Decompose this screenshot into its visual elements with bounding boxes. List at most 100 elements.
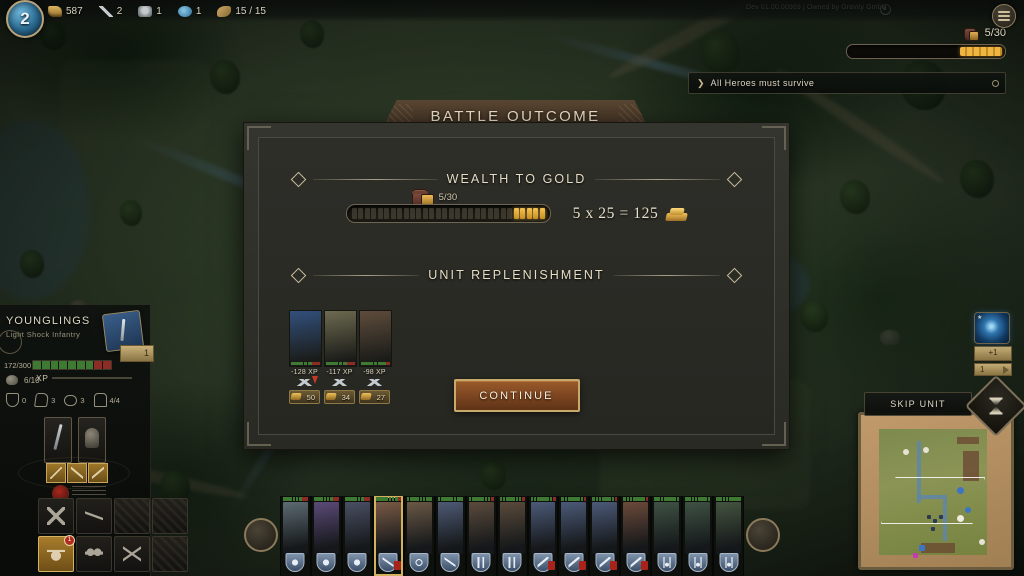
roster-unit-card[interactable] (465, 496, 497, 576)
roster-unit-card[interactable] (713, 496, 745, 576)
hp-segment (33, 361, 41, 369)
roster-unit-card[interactable] (341, 496, 373, 576)
ability-hill-icon[interactable] (46, 463, 66, 483)
roster-unit-portrait (499, 502, 525, 554)
wealth-segment (513, 208, 519, 219)
skip-unit-button[interactable]: SKIP UNIT (864, 392, 972, 416)
minimap[interactable] (858, 412, 1014, 570)
unit-card-hp (326, 362, 356, 365)
minimap-viewport[interactable] (881, 477, 985, 524)
roster-unit-card[interactable] (589, 496, 621, 576)
roster-unit-card[interactable] (496, 496, 528, 576)
moon-icon (177, 5, 192, 17)
equipment-armor-slot[interactable] (78, 417, 106, 463)
roster-scroll-right[interactable] (746, 518, 780, 552)
top-hud-bar: 587 2 1 1 15 / 15 (0, 0, 1024, 22)
portal-count[interactable]: 1 (974, 363, 1012, 376)
minimap-marker (979, 539, 985, 545)
wealth-segment (403, 208, 409, 219)
section-header-replenishment: UNIT REPLENISHMENT (290, 267, 743, 283)
inventory-slot-empty[interactable] (114, 498, 150, 534)
rank-glyph-icon (568, 557, 580, 568)
axe-icon (85, 507, 103, 525)
rank-glyph-icon (413, 557, 425, 568)
divider-line (613, 274, 721, 276)
wealth-bar-group: 5/30 (345, 189, 551, 223)
hp-segment (41, 361, 50, 369)
roster-unit-card[interactable] (310, 496, 342, 576)
inventory-slot-axes[interactable] (114, 536, 150, 572)
wealth-segment (481, 208, 487, 219)
roster-unit-card[interactable] (280, 496, 311, 576)
portal-icon: ★ (974, 312, 1010, 344)
wealth-segment (397, 208, 403, 219)
hp-segment (76, 361, 85, 369)
diamond-icon (290, 267, 307, 283)
inventory-slot-anvil[interactable]: 1 (38, 535, 75, 572)
rank-glyph-icon (506, 557, 518, 568)
resource-moon[interactable]: 1 (177, 5, 201, 17)
inventory-slot-empty[interactable] (152, 498, 188, 534)
resource-sword-value: 2 (116, 5, 123, 17)
minimap-marker (903, 449, 909, 455)
objective-text: All Heroes must survive (710, 78, 815, 88)
continue-button[interactable]: CONTINUE (453, 379, 580, 412)
roster-scroll-left[interactable] (244, 518, 278, 552)
inventory-slot-axe[interactable] (76, 498, 112, 534)
unit-xp-label: XP (36, 373, 49, 383)
roster-unit-card[interactable] (558, 496, 590, 576)
wealth-segment (533, 208, 539, 219)
wealth-segment (455, 208, 461, 219)
arms-icon (85, 545, 103, 563)
wealth-counter: 5/30 (438, 191, 458, 203)
objective-banner[interactable]: ❯ All Heroes must survive (688, 72, 1006, 94)
roster-unit-card[interactable] (620, 496, 652, 576)
portal-widget[interactable]: ★ +1 1 (974, 312, 1012, 376)
hamburger-menu-icon[interactable] (992, 4, 1016, 28)
continue-button-wrap: CONTINUE (259, 379, 774, 412)
stat-armor-value: 4/4 (109, 395, 120, 405)
roster-unit-card[interactable] (682, 496, 714, 576)
top-wealth-widget[interactable]: 5/30 (846, 24, 1006, 59)
resource-horn-value: 15 / 15 (235, 5, 266, 17)
roster-unit-portrait (685, 502, 711, 554)
portal-bonus: +1 (974, 346, 1012, 361)
resource-horn[interactable]: 15 / 15 (217, 5, 266, 17)
stat-armor: 4/4 (93, 393, 120, 407)
rank-glyph-icon (289, 557, 301, 568)
wealth-segment (474, 208, 480, 219)
chevron-right-icon: ❯ (697, 77, 705, 88)
roster-unit-hp (685, 497, 711, 501)
roster-unit-portrait (561, 502, 587, 554)
roster-unit-card[interactable] (434, 496, 466, 576)
stat-vision-value: 3 (80, 395, 85, 405)
roster-unit-rank-badge (316, 553, 336, 572)
roster-unit-card[interactable] (372, 496, 404, 576)
roster-unit-card[interactable] (403, 496, 435, 576)
minimap-mountain (921, 543, 955, 553)
turn-counter-orb[interactable]: 2 (6, 0, 44, 38)
diamond-icon (290, 171, 307, 187)
roster-unit-hp (530, 497, 556, 501)
resource-gold[interactable]: 587 (48, 5, 83, 17)
roster-unit-card[interactable] (527, 496, 559, 576)
battle-outcome-modal: BATTLE OUTCOME WEALTH TO GOLD 5/30 5 x 2… (243, 100, 790, 450)
inventory-slot-arms[interactable] (76, 536, 112, 572)
armor-icon (85, 428, 99, 448)
inventory-slot-empty[interactable] (152, 536, 188, 572)
resource-sword[interactable]: 2 (98, 5, 123, 17)
minimap-marker (923, 447, 929, 453)
armor-icon (138, 5, 153, 17)
wealth-to-gold-block: 5/30 5 x 25 = 125 (259, 189, 774, 223)
resource-armor[interactable]: 1 (138, 5, 162, 17)
wealth-segment (410, 208, 415, 219)
gold-pile-icon (666, 206, 687, 221)
wealth-segment (487, 208, 493, 219)
inventory-slot-tent[interactable] (38, 498, 74, 534)
damage-indicator (548, 561, 556, 570)
tent-icon (47, 507, 65, 525)
ability-slash-icon[interactable] (67, 463, 87, 483)
wealth-segment (390, 208, 396, 219)
ability-pick-icon[interactable] (88, 463, 108, 483)
roster-unit-card[interactable] (651, 496, 683, 576)
